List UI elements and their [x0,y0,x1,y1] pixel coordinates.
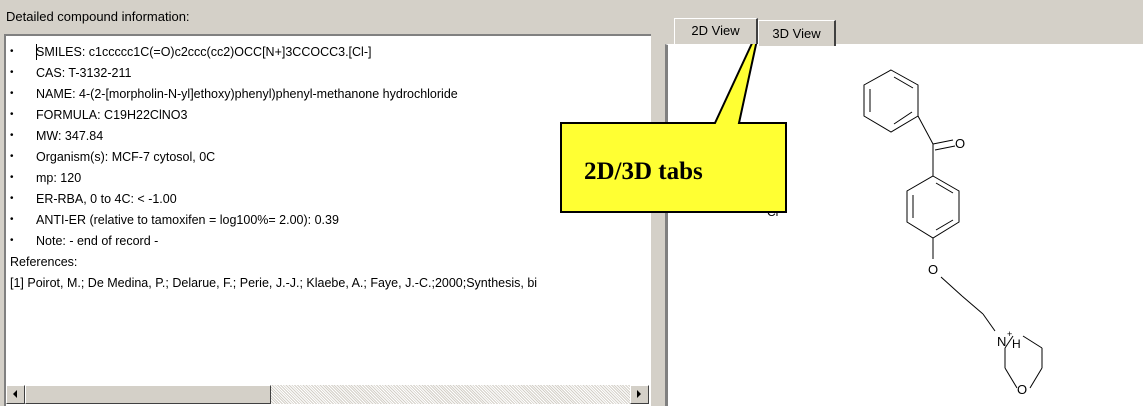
carbonyl-carbon-bond [917,115,934,145]
er-rba-text: ER-RBA, 0 to 4C: < -1.00 [36,192,177,206]
panel-header: Detailed compound information: [0,0,651,34]
scroll-right-button[interactable] [630,385,649,404]
panel-title: Detailed compound information: [6,9,190,24]
tab-3d-view[interactable]: 3D View [758,20,836,46]
bullet-icon: • [10,151,14,162]
phenyl-ring [863,69,919,133]
chloride-label: Cl [767,205,778,219]
name-text: NAME: 4-(2-[morpholin-N-yl]ethoxy)phenyl… [36,87,458,101]
carbonyl-oxygen-label: O [955,136,965,151]
bullet-icon: • [10,88,14,99]
organism-text: Organism(s): MCF-7 cytosol, 0C [36,150,216,164]
arrow-right-icon [637,390,641,398]
text-cursor [36,44,37,60]
bullet-icon: • [10,235,14,246]
bullet-icon: • [10,46,14,57]
note-text: Note: - end of record - [36,234,159,248]
mw-text: MW: 347.84 [36,129,104,143]
chloride-charge-label: - [781,202,784,212]
bullet-icon: • [10,214,14,225]
reference-text: [1] Poirot, M.; De Medina, P.; Delarue, … [10,276,538,290]
ring-oxygen-label: O [1017,382,1027,397]
molecule-structure-drawing: O O N + H O Cl - [767,69,1043,397]
scrollbar-thumb[interactable] [25,385,271,404]
nitrogen-label: N [997,334,1006,349]
scroll-left-button[interactable] [6,385,25,404]
references-label: References: [10,255,78,269]
arrow-left-icon [13,390,17,398]
horizontal-scrollbar[interactable] [6,385,649,404]
ether-oxygen-label: O [928,262,938,277]
phenylene-ring [906,175,960,239]
smiles-text: SMILES: c1ccccc1C(=O)c2ccc(cc2)OCC[N+]3C… [36,45,372,59]
bullet-icon: • [10,130,14,141]
tab-2d-view[interactable]: 2D View [674,18,758,44]
bullet-icon: • [10,67,14,78]
anti-er-text: ANTI-ER (relative to tamoxifen = log100%… [36,213,339,227]
callout-label: 2D/3D tabs [584,158,703,185]
compound-info-textbox[interactable]: • SMILES: c1ccccc1C(=O)c2ccc(cc2)OCC[N+]3… [4,34,651,406]
mp-text: mp: 120 [36,171,82,185]
bullet-icon: • [10,172,14,183]
bullet-icon: • [10,193,14,204]
bullet-icon: • [10,109,14,120]
hydrogen-label: H [1012,337,1021,351]
cas-text: CAS: T-3132-211 [36,66,132,80]
compound-info-content[interactable]: • SMILES: c1ccccc1C(=O)c2ccc(cc2)OCC[N+]3… [6,42,646,382]
formula-text: FORMULA: C19H22ClNO3 [36,108,188,122]
